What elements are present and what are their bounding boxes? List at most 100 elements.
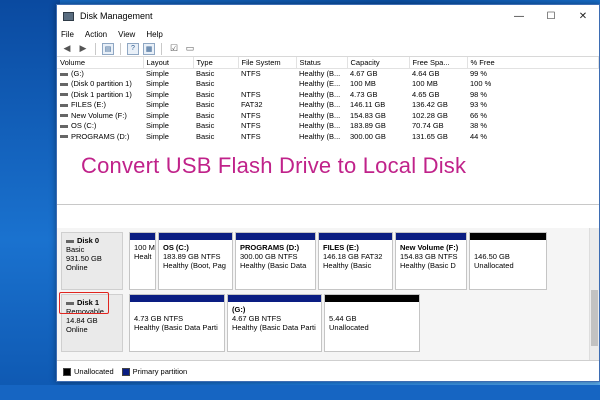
legend-primary-partition: Primary partition xyxy=(132,367,188,376)
type-cell: Basic xyxy=(196,131,215,141)
disk-type: Basic xyxy=(66,245,85,254)
free-space-cell: 131.65 GB xyxy=(412,131,448,141)
free-space-cell: 4.65 GB xyxy=(412,89,440,99)
status-cell: Healthy (E... xyxy=(299,79,341,89)
menu-action[interactable]: Action xyxy=(85,30,107,39)
disk-1-partition-1[interactable]: 4.73 GB NTFS Healthy (Basic Data Parti xyxy=(129,294,225,352)
capacity-cell: 4.67 GB xyxy=(350,69,378,78)
legend-bar: Unallocated Primary partition xyxy=(57,360,599,381)
volume-cell: PROGRAMS (D:) xyxy=(57,131,143,142)
file-system-cell: NTFS xyxy=(241,69,261,78)
file-system-cell: NTFS xyxy=(241,131,261,141)
table-row[interactable]: (Disk 0 partition 1) Simple Basic Health… xyxy=(57,79,599,90)
volume-cell: FILES (E:) xyxy=(57,100,143,111)
menu-help[interactable]: Help xyxy=(146,30,162,39)
disk-view-icon[interactable]: ▭ xyxy=(184,43,196,55)
column-header-type[interactable]: Type xyxy=(193,57,239,69)
volume-icon xyxy=(60,124,68,128)
disk-0-info[interactable]: Disk 0 Basic 931.50 GB Online xyxy=(61,232,123,290)
disk-status: Online xyxy=(66,325,88,334)
toolbar-separator xyxy=(120,42,121,55)
table-row[interactable]: (G:) Simple Basic NTFS Healthy (B... 4.6… xyxy=(57,68,599,79)
column-header-volume[interactable]: Volume xyxy=(57,57,144,69)
minimize-button[interactable]: — xyxy=(503,5,535,27)
unallocated-swatch xyxy=(63,367,71,376)
percent-free-cell: 100 % xyxy=(470,79,492,89)
table-header-row: Volume Layout Type File System Status Ca… xyxy=(57,57,599,69)
file-system-cell: FAT32 xyxy=(241,100,263,110)
layout-cell: Simple xyxy=(146,69,169,78)
disk-0-partition-1[interactable]: 100 M Healt xyxy=(129,232,156,290)
capacity-cell: 4.73 GB xyxy=(350,89,378,99)
check-icon[interactable]: ☑ xyxy=(168,43,180,55)
unallocated-color-bar xyxy=(470,233,546,240)
column-header-status[interactable]: Status xyxy=(296,57,348,69)
menu-bar: File Action View Help xyxy=(57,27,599,41)
table-row[interactable]: FILES (E:) Simple Basic FAT32 Healthy (B… xyxy=(57,100,599,111)
toolbar-separator xyxy=(161,42,162,55)
type-cell: Basic xyxy=(196,110,215,120)
list-view-icon[interactable]: ▤ xyxy=(102,42,114,55)
disk-1-partition-g[interactable]: (G:) 4.67 GB NTFS Healthy (Basic Data Part… xyxy=(227,294,322,352)
disk-0-partition-c[interactable]: OS (C:) 183.89 GB NTFS Healthy (Boot, Pag xyxy=(158,232,233,290)
disk-0-partition-d[interactable]: PROGRAMS (D:) 300.00 GB NTFS Healthy (Basi… xyxy=(235,232,316,290)
back-arrow-icon[interactable]: ◀ xyxy=(61,43,73,55)
window-title: Disk Management xyxy=(80,11,153,21)
disk-graphical-pane: Disk 0 Basic 931.50 GB Online 100 M Healt… xyxy=(57,228,591,360)
menu-file[interactable]: File xyxy=(61,30,74,39)
volume-cell: (Disk 0 partition 1) xyxy=(57,79,143,90)
disk-1-highlight xyxy=(59,292,109,314)
column-header-free-space[interactable]: Free Spa... xyxy=(409,57,468,69)
disk-0-partition-e[interactable]: FILES (E:) 146.18 GB FAT32 Healthy (Basic xyxy=(318,232,393,290)
disk-size: 14.84 GB xyxy=(66,316,98,325)
capacity-cell: 300.00 GB xyxy=(350,131,386,141)
volume-icon xyxy=(60,93,68,97)
file-system-cell: NTFS xyxy=(241,110,261,120)
disk-0-unallocated[interactable]: 146.50 GB Unallocated xyxy=(469,232,547,290)
forward-arrow-icon[interactable]: ▶ xyxy=(77,43,89,55)
table-row[interactable]: (Disk 1 partition 1) Simple Basic NTFS H… xyxy=(57,89,599,100)
file-system-cell: NTFS xyxy=(241,121,261,131)
layout-cell: Simple xyxy=(146,89,169,99)
free-space-cell: 102.28 GB xyxy=(412,110,448,120)
disk-status: Online xyxy=(66,263,88,272)
disk-icon xyxy=(66,239,74,243)
scrollbar-thumb[interactable] xyxy=(591,290,598,346)
column-header-percent-free[interactable]: % Free xyxy=(467,57,599,69)
layout-cell: Simple xyxy=(146,100,169,110)
column-header-layout[interactable]: Layout xyxy=(143,57,194,69)
column-header-capacity[interactable]: Capacity xyxy=(347,57,410,69)
capacity-cell: 154.83 GB xyxy=(350,110,386,120)
disk-0-partition-f[interactable]: New Volume (F:) 154.83 GB NTFS Healthy (Ba… xyxy=(395,232,467,290)
capacity-cell: 146.11 GB xyxy=(350,100,386,110)
partition-color-bar xyxy=(130,233,155,240)
column-header-file-system[interactable]: File System xyxy=(238,57,297,69)
unallocated-color-bar xyxy=(325,295,419,302)
percent-free-cell: 44 % xyxy=(470,131,488,141)
type-cell: Basic xyxy=(196,79,215,89)
properties-icon[interactable]: ▦ xyxy=(143,42,155,55)
layout-cell: Simple xyxy=(146,121,169,131)
layout-cell: Simple xyxy=(146,110,169,120)
disk-1-unallocated[interactable]: 5.44 GB Unallocated xyxy=(324,294,420,352)
vertical-scrollbar[interactable] xyxy=(589,228,599,360)
table-row[interactable]: PROGRAMS (D:) Simple Basic NTFS Healthy … xyxy=(57,131,599,142)
volume-cell: OS (C:) xyxy=(57,121,143,132)
free-space-cell: 100 MB xyxy=(412,79,438,89)
menu-view[interactable]: View xyxy=(118,30,135,39)
help-icon[interactable]: ? xyxy=(127,42,139,55)
status-cell: Healthy (B... xyxy=(299,131,341,141)
close-button[interactable]: ✕ xyxy=(567,5,599,27)
type-cell: Basic xyxy=(196,100,215,110)
table-row[interactable]: New Volume (F:) Simple Basic NTFS Health… xyxy=(57,110,599,121)
status-cell: Healthy (B... xyxy=(299,100,341,110)
layout-cell: Simple xyxy=(146,79,169,89)
free-space-cell: 136.42 GB xyxy=(412,100,448,110)
free-space-cell: 70.74 GB xyxy=(412,121,444,131)
status-cell: Healthy (B... xyxy=(299,69,341,78)
table-row[interactable]: OS (C:) Simple Basic NTFS Healthy (B... … xyxy=(57,121,599,132)
volume-icon xyxy=(60,103,68,107)
overlay-headline: Convert USB Flash Drive to Local Disk xyxy=(81,153,467,178)
status-cell: Healthy (B... xyxy=(299,110,341,120)
maximize-button[interactable]: ☐ xyxy=(535,5,567,27)
